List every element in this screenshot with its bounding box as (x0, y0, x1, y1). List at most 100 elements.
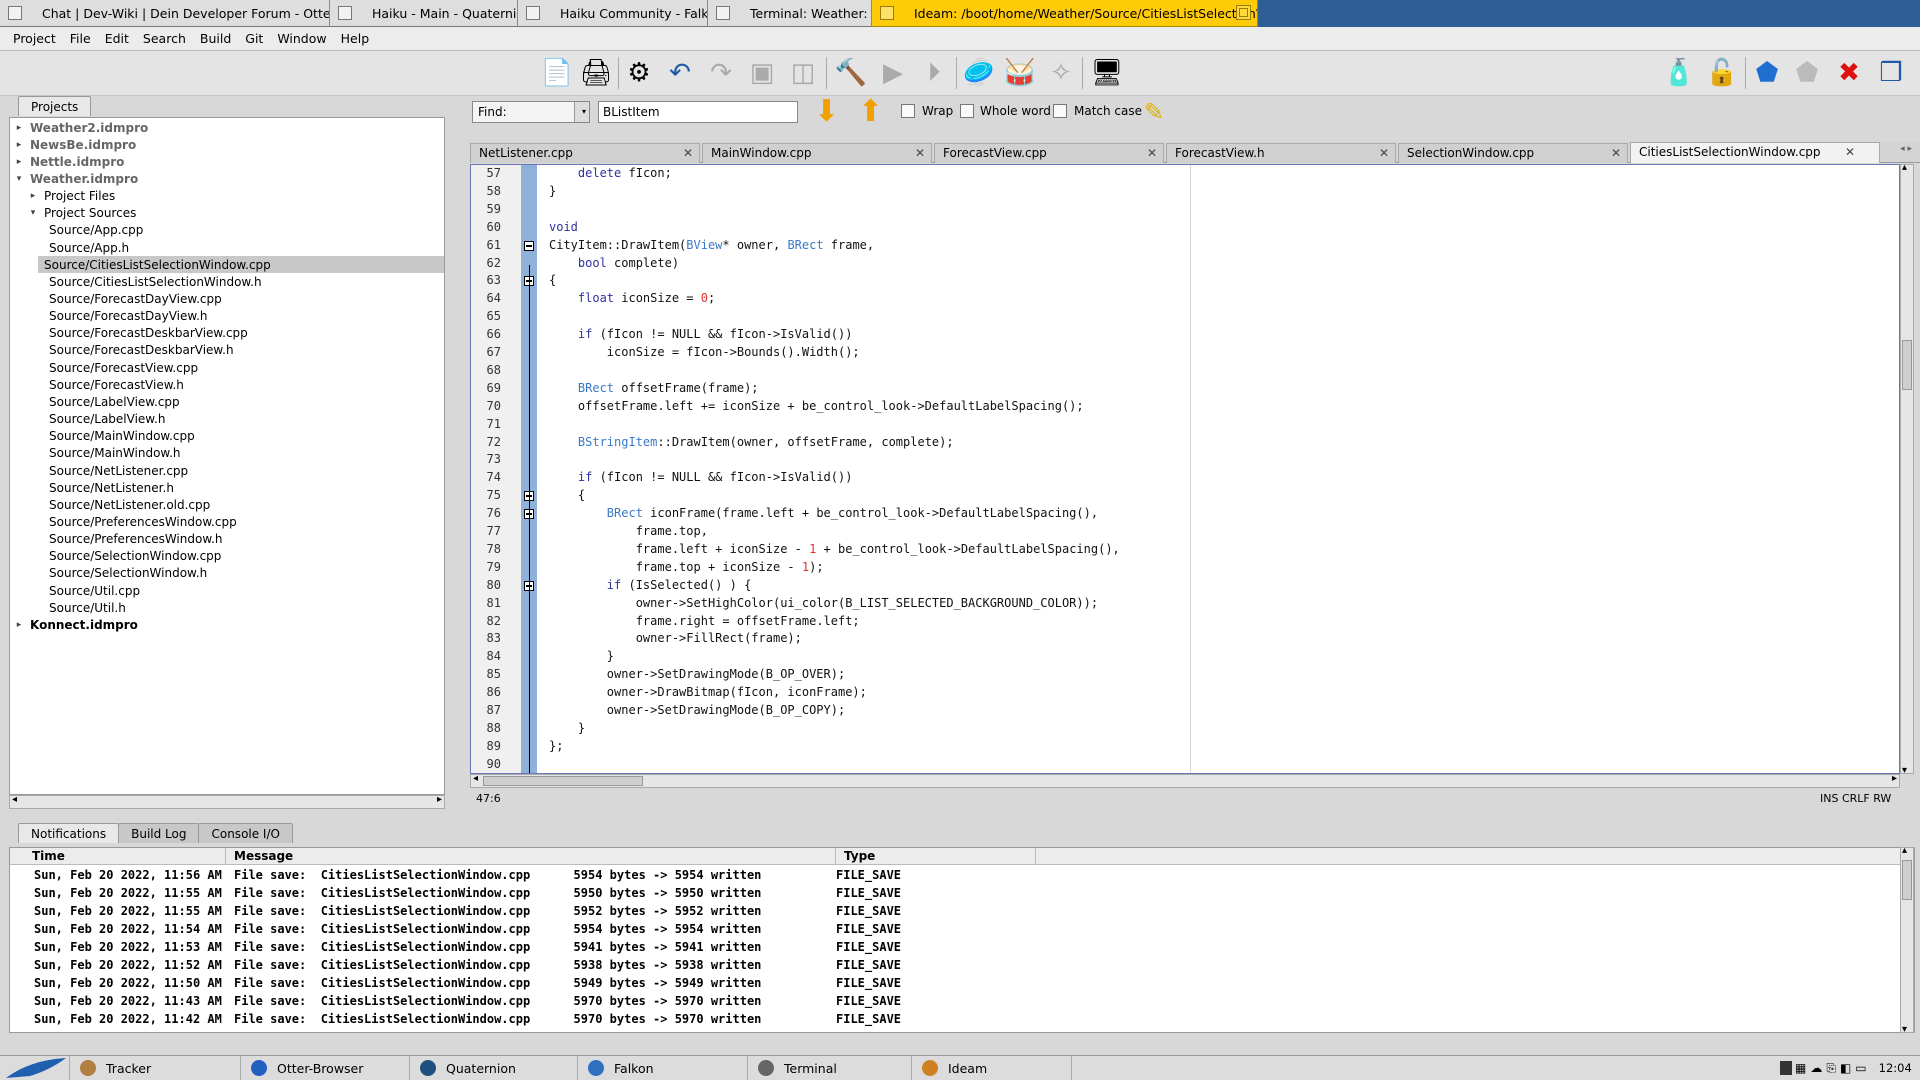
tree-item[interactable]: Source/ForecastView.cpp (10, 359, 444, 376)
notifications-vscrollbar[interactable]: ▴ ▾ (1900, 845, 1914, 1035)
code-line[interactable]: if (fIcon != NULL && fIcon->IsValid()) (549, 327, 853, 341)
tab-close-icon[interactable]: ✕ (1147, 144, 1157, 163)
collapsed-arrow-icon[interactable]: ▸ (12, 140, 26, 150)
code-line[interactable]: frame.top, (549, 524, 708, 538)
console-icon[interactable]: 🖥 (1090, 56, 1124, 90)
menu-window[interactable]: Window (270, 31, 333, 46)
deskbar-item-ideam[interactable]: Ideam (912, 1056, 1072, 1080)
debug-icon[interactable]: ⏵ (917, 56, 951, 90)
save-all-icon[interactable]: ◫ (786, 56, 820, 90)
code-line[interactable]: { (549, 273, 556, 287)
tree-item[interactable]: ▾ Weather.idmpro (10, 170, 444, 187)
window-close-icon[interactable] (8, 6, 22, 20)
show-panels-icon[interactable]: ❒ (1874, 56, 1908, 90)
tab-close-icon[interactable]: ✕ (683, 144, 693, 163)
tree-item[interactable]: ▾ Project Sources (10, 205, 444, 222)
tree-item[interactable]: Source/NetListener.old.cpp (10, 496, 444, 513)
code-line[interactable]: } (549, 721, 585, 735)
tree-item[interactable]: Source/CitiesListSelectionWindow.cpp (38, 256, 444, 274)
editor-vscrollbar[interactable]: ▴ ▾ (1900, 162, 1914, 776)
code-line[interactable]: } (549, 184, 556, 198)
find-files-icon[interactable]: ✧ (1044, 56, 1078, 90)
cpu-meter-icon[interactable] (1780, 1061, 1792, 1075)
tree-item[interactable]: Source/ForecastDeskbarView.cpp (10, 325, 444, 342)
tree-item[interactable]: Source/SelectionWindow.cpp (10, 548, 444, 565)
project-open-icon[interactable]: 🖨 (579, 56, 613, 90)
scroll-left-icon[interactable]: ◂ (12, 794, 17, 805)
menu-build[interactable]: Build (193, 31, 238, 46)
settings-icon[interactable]: ⚙ (622, 56, 656, 90)
code-line[interactable]: frame.left + iconSize - 1 + be_control_l… (549, 542, 1120, 556)
find-next-icon[interactable]: ⬇ (814, 97, 839, 127)
editor-vscroll-thumb[interactable] (1902, 340, 1912, 390)
tab-notifications[interactable]: Notifications (18, 823, 120, 843)
tab-close-icon[interactable]: ✕ (1845, 143, 1855, 162)
window-tab-4[interactable]: Ideam: /boot/home/Weather/Source/CitiesL… (872, 0, 1258, 27)
column-header-message[interactable]: Message (226, 848, 836, 865)
project-tree-hscrollbar[interactable]: ◂ ▸ (9, 794, 445, 809)
tree-item[interactable]: Source/ForecastDayView.h (10, 308, 444, 325)
tree-item[interactable]: ▸ Weather2.idmpro (10, 119, 444, 136)
tree-item[interactable]: Source/App.h (10, 239, 444, 256)
menu-project[interactable]: Project (6, 31, 63, 46)
tree-item[interactable]: Source/CitiesListSelectionWindow.h (10, 273, 444, 290)
code-line[interactable]: float iconSize = 0; (549, 291, 715, 305)
find-mode-select[interactable]: Find: ▾ (472, 101, 590, 123)
tree-item[interactable]: Source/LabelView.cpp (10, 393, 444, 410)
tree-item[interactable]: Source/NetListener.cpp (10, 462, 444, 479)
code-line[interactable]: frame.right = offsetFrame.left; (549, 614, 860, 628)
deskbar-item-terminal[interactable]: Terminal (748, 1056, 912, 1080)
tab-build-log[interactable]: Build Log (118, 823, 200, 843)
clean-icon[interactable]: 🧴 (1662, 56, 1696, 90)
window-close-icon[interactable] (338, 6, 352, 20)
match-case-checkbox[interactable] (1053, 104, 1067, 118)
menu-help[interactable]: Help (334, 31, 377, 46)
deskbar-item-otter-browser[interactable]: Otter-Browser (241, 1056, 410, 1080)
editor-tab-1[interactable]: MainWindow.cpp ✕ (702, 143, 932, 163)
menu-file[interactable]: File (63, 31, 98, 46)
tree-item[interactable]: Source/LabelView.h (10, 411, 444, 428)
expanded-arrow-icon[interactable]: ▾ (12, 174, 26, 184)
run-icon[interactable]: ▶ (876, 56, 910, 90)
code-line[interactable]: offsetFrame.left += iconSize + be_contro… (549, 399, 1084, 413)
weather-icon[interactable]: ☁ (1810, 1061, 1822, 1075)
code-line[interactable]: bool complete) (549, 256, 679, 270)
editor-tab-0[interactable]: NetListener.cpp ✕ (470, 143, 700, 163)
deskbar-item-falkon[interactable]: Falkon (578, 1056, 748, 1080)
deskbar-item-quaternion[interactable]: Quaternion (410, 1056, 578, 1080)
code-editor[interactable]: 57 delete fIcon; 58} 59 60 void 61 CityItem::D… (470, 164, 1900, 774)
tree-item[interactable]: Source/Util.h (10, 599, 444, 616)
code-line[interactable]: BRect offsetFrame(frame); (549, 381, 759, 395)
whole-word-checkbox[interactable] (960, 104, 974, 118)
lock-icon[interactable]: 🔓 (1705, 56, 1739, 90)
tree-item[interactable]: Source/PreferencesWindow.cpp (10, 513, 444, 530)
editor-tab-4[interactable]: SelectionWindow.cpp ✕ (1398, 143, 1628, 163)
tab-close-icon[interactable]: ✕ (1611, 144, 1621, 163)
code-line[interactable]: if (IsSelected() ) { (549, 578, 752, 592)
network-icon[interactable]: ▦ (1795, 1061, 1806, 1075)
highlight-marker-icon[interactable]: ✎ (1144, 97, 1164, 127)
tree-item[interactable]: Source/Util.cpp (10, 582, 444, 599)
menu-search[interactable]: Search (136, 31, 193, 46)
tab-console-i-o[interactable]: Console I/O (198, 823, 293, 843)
window-tab-1[interactable]: Haiku - Main - Quaternion (330, 0, 518, 27)
find-input[interactable] (598, 101, 798, 123)
tree-item[interactable]: Source/MainWindow.h (10, 445, 444, 462)
build-icon[interactable]: 🔨 (834, 56, 868, 90)
haiku-leaf-menu-icon[interactable] (0, 1056, 70, 1080)
tree-item[interactable]: Source/App.cpp (10, 222, 444, 239)
code-line[interactable]: owner->DrawBitmap(fIcon, iconFrame); (549, 685, 867, 699)
wrap-checkbox[interactable] (901, 104, 915, 118)
tab-close-icon[interactable]: ✕ (915, 144, 925, 163)
editor-tab-3[interactable]: ForecastView.h ✕ (1166, 143, 1396, 163)
code-line[interactable]: void (549, 220, 578, 234)
editor-hscroll-thumb[interactable] (483, 776, 643, 786)
window-close-icon[interactable] (716, 6, 730, 20)
tree-item[interactable]: Source/ForecastView.h (10, 376, 444, 393)
collapsed-arrow-icon[interactable]: ▸ (26, 191, 40, 201)
fold-collapse-icon[interactable] (524, 240, 534, 251)
find-previous-icon[interactable]: ⬆ (858, 97, 883, 127)
code-line[interactable]: owner->SetDrawingMode(B_OP_OVER); (549, 667, 845, 681)
collapsed-arrow-icon[interactable]: ▸ (12, 123, 26, 133)
tree-item[interactable]: Source/ForecastDeskbarView.h (10, 342, 444, 359)
